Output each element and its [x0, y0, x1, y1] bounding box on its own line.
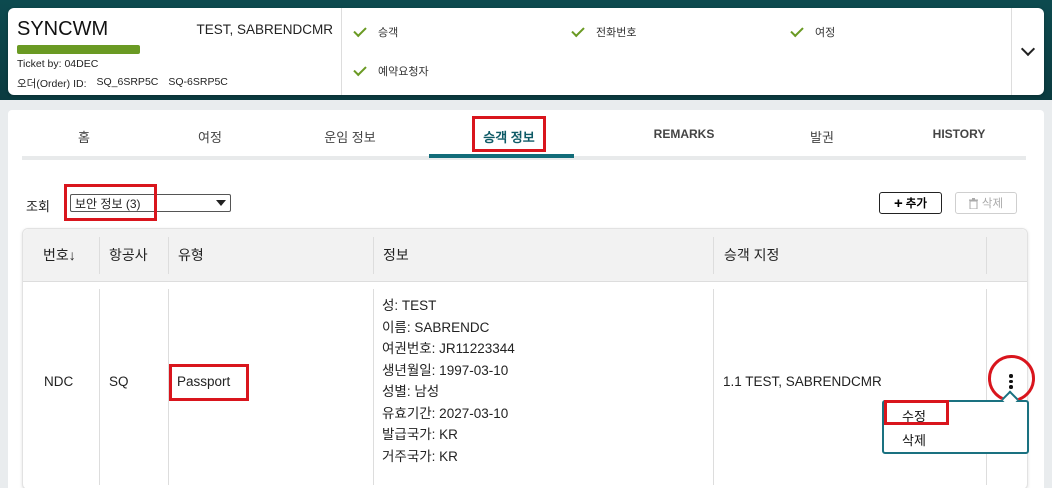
order-id-label: 오더(Order) ID:: [17, 78, 87, 90]
check-label: 승객: [378, 27, 399, 39]
divider: [373, 237, 374, 274]
highlight-select-box: [64, 184, 157, 221]
check-itinerary: 여정: [790, 23, 836, 40]
add-button[interactable]: + 추가: [879, 192, 942, 214]
divider: [986, 289, 987, 485]
check-icon: [353, 23, 367, 37]
check-label: 예약요청자: [378, 66, 429, 78]
check-requester: 예약요청자: [353, 62, 429, 79]
tab-history[interactable]: HISTORY: [933, 127, 986, 141]
active-tab-indicator: [429, 154, 574, 158]
tab-ticketing[interactable]: 발권: [810, 127, 834, 146]
info-expiry: 유효기간: 2027-03-10: [382, 405, 509, 421]
sort-arrow-icon: ↓: [68, 247, 76, 263]
delete-button[interactable]: 삭제: [955, 192, 1017, 214]
divider: [373, 289, 374, 485]
order-id-2: SQ-6SRP5C: [168, 76, 228, 88]
tab-itinerary[interactable]: 여정: [198, 127, 222, 146]
dropdown-arrow-icon: [216, 200, 226, 206]
info-passport-number: 여권번호: JR11223344: [382, 341, 515, 356]
divider: [99, 289, 100, 485]
info-gender: 성별: 남성: [382, 384, 440, 399]
chevron-down-icon: [1020, 41, 1036, 56]
cell-number: NDC: [44, 374, 74, 389]
delete-button-label: 삭제: [981, 198, 1004, 210]
check-label: 전화번호: [596, 27, 637, 39]
highlight-type-box: [169, 364, 249, 401]
col-number[interactable]: 번호↓: [43, 245, 76, 265]
order-id-row: 오더(Order) ID: SQ_6SRP5C SQ-6SRP5C: [17, 76, 228, 91]
plus-icon: +: [894, 194, 903, 212]
menu-delete[interactable]: 삭제: [902, 430, 926, 449]
info-residence-country: 거주국가: KR: [382, 448, 458, 464]
check-icon: [571, 23, 585, 37]
check-label: 여정: [815, 27, 836, 39]
info-birth-date: 생년월일: 1997-03-10: [382, 362, 509, 378]
divider: [713, 289, 714, 485]
table-header: [23, 229, 1027, 282]
check-passenger: 승객: [353, 23, 399, 40]
divider: [99, 237, 100, 274]
check-icon: [790, 23, 804, 37]
status-bar: [17, 45, 140, 54]
cell-airline: SQ: [109, 374, 129, 389]
divider: [986, 237, 987, 274]
booking-identity: SYNCWM TEST, SABRENDCMR Ticket by: 04DEC…: [8, 8, 342, 95]
col-info: 정보: [383, 247, 409, 263]
lookup-label: 조회: [26, 199, 50, 214]
col-passenger: 승객 지정: [724, 247, 780, 263]
add-button-label: 추가: [905, 198, 927, 210]
highlight-tab-box: [472, 116, 546, 152]
info-issuing-country: 발급국가: KR: [382, 427, 458, 442]
tab-fare[interactable]: 운임 정보: [324, 127, 375, 146]
completion-checklist: 승객 전화번호 여정 예약요청자: [342, 8, 1012, 95]
col-type: 유형: [178, 247, 204, 263]
cell-passenger: 1.1 TEST, SABRENDCMR: [723, 374, 882, 389]
check-icon: [353, 62, 367, 76]
col-airline: 항공사: [109, 247, 148, 263]
record-locator: SYNCWM: [17, 18, 109, 40]
tab-home[interactable]: 홈: [78, 127, 90, 146]
trash-icon: [968, 197, 978, 209]
order-id-1: SQ_6SRP5C: [96, 76, 159, 88]
check-phone: 전화번호: [571, 23, 637, 40]
booking-summary-card: SYNCWM TEST, SABRENDCMR Ticket by: 04DEC…: [8, 8, 1044, 95]
info-given-name: 이름: SABRENDC: [382, 319, 490, 335]
passenger-name: TEST, SABRENDCMR: [196, 22, 333, 37]
divider: [713, 237, 714, 274]
cell-info: 성: TEST 이름: SABRENDC 여권번호: JR11223344 생년…: [382, 295, 515, 467]
info-surname: 성: TEST: [382, 298, 437, 313]
highlight-edit-box: [884, 400, 949, 425]
expand-button[interactable]: [1011, 8, 1044, 95]
ticket-info: Ticket by: 04DEC: [17, 58, 99, 70]
tab-remarks[interactable]: REMARKS: [654, 127, 715, 141]
divider: [168, 237, 169, 274]
security-info-table: 번호↓ 항공사 유형 정보 승객 지정: [22, 228, 1028, 488]
